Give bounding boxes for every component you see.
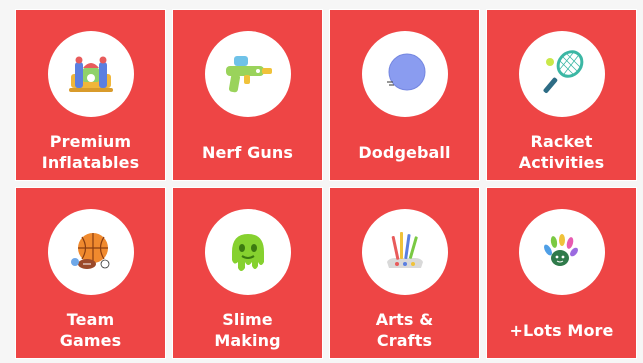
activity-label: Racket Activities: [518, 132, 605, 172]
activity-card-racket-activities[interactable]: Racket Activities: [486, 9, 637, 181]
activity-label: Team Games: [59, 310, 122, 350]
icon-circle: [204, 209, 291, 295]
activity-card-lots-more[interactable]: +Lots More: [486, 187, 637, 359]
activity-card-dodgeball[interactable]: Dodgeball: [329, 9, 480, 181]
activity-card-nerf-guns[interactable]: Nerf Guns: [172, 9, 323, 181]
activity-label: Arts & Crafts: [375, 310, 434, 350]
activity-card-arts-crafts[interactable]: Arts & Crafts: [329, 187, 480, 359]
activity-label: Slime Making: [214, 310, 281, 350]
activity-label: +Lots More: [509, 321, 614, 340]
paintbrushes-icon: [386, 232, 423, 268]
activity-label: Nerf Guns: [201, 143, 293, 162]
icon-circle: [361, 209, 448, 295]
activity-grid: Premium Inflatables Nerf Guns Dodgeball …: [15, 9, 639, 359]
icon-circle: [361, 31, 448, 117]
activities-section: Premium Inflatables Nerf Guns Dodgeball …: [0, 0, 643, 363]
icon-circle: [518, 209, 605, 295]
icon-circle: [518, 31, 605, 117]
icon-circle: [47, 209, 134, 295]
icon-circle: [204, 31, 291, 117]
activity-card-slime-making[interactable]: Slime Making: [172, 187, 323, 359]
water-blaster-icon: [225, 56, 272, 93]
activity-label: Premium Inflatables: [41, 132, 140, 172]
sports-balls-icon: [70, 233, 109, 269]
activity-card-team-games[interactable]: Team Games: [15, 187, 166, 359]
bounce-house-icon: [68, 56, 113, 92]
activity-card-premium-inflatables[interactable]: Premium Inflatables: [15, 9, 166, 181]
tennis-racket-icon: [543, 50, 583, 94]
hand-print-icon: [543, 234, 578, 266]
dodgeball-icon: [386, 53, 425, 91]
icon-circle: [47, 31, 134, 117]
slime-icon: [231, 234, 264, 271]
activity-label: Dodgeball: [358, 143, 451, 162]
